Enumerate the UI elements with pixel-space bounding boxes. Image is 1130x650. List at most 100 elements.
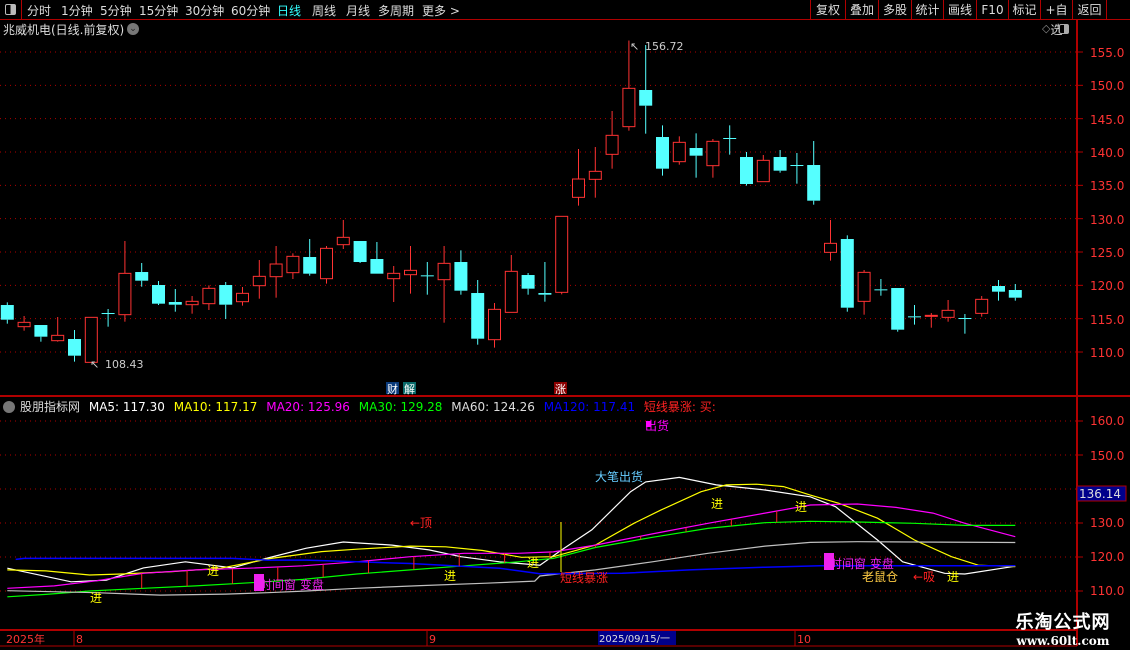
candle-body [488,308,501,341]
candle [773,150,787,173]
candle [84,316,98,363]
candle [656,125,669,176]
candle [202,285,216,311]
candle-body [723,138,737,140]
ma60-value: MA60: 124.26 [451,400,535,414]
candle-body [51,334,65,342]
candle-body [773,157,787,171]
watermark-title: 乐淘公式网 [1015,612,1111,633]
candle-body [0,305,14,320]
candle [958,314,972,334]
annotation-time-window: 时间窗 变盘 [830,556,894,571]
candle [605,111,619,169]
candle-body [135,272,149,281]
candle [219,282,233,320]
candle-body [504,270,518,313]
candle [538,262,552,302]
candle [68,330,81,362]
annotation-jin: 进 [207,564,219,578]
candle-body [84,316,98,363]
candle [454,250,468,295]
candle [588,147,602,198]
candle-body [168,302,182,305]
candle-body [975,298,989,314]
signal-label: 短线暴涨: 买: [643,400,716,414]
candle-body [420,275,434,277]
candle-body [689,148,703,156]
candle [51,317,65,342]
low-arrow-icon: ↖ [90,358,99,371]
candle-body [353,241,367,263]
candle-body [252,275,266,287]
annotation-jin: 进 [444,569,456,583]
candle-body [706,140,720,167]
candle [34,325,48,342]
event-badge-finance-label: 财 [387,382,398,396]
candle-body [34,325,48,337]
candle [252,260,266,299]
candle-body [1008,290,1022,298]
cursor-date: 2025/09/15/一 [599,634,670,645]
candle [488,303,501,348]
annotation-chuhuo: 出货 [645,418,669,433]
indicator-name[interactable]: 股朋指标网 [20,400,80,414]
chevron-down-icon[interactable]: ⌄ [127,23,139,35]
indicator-dropdown-icon[interactable] [3,401,15,413]
candle-body [840,239,854,308]
candle-body [320,247,333,280]
candle [706,139,720,178]
candle-body [807,165,821,201]
candle [101,309,115,327]
candle-body [572,178,585,198]
high-arrow-icon: ↖ [630,40,639,53]
candle-body [740,157,753,185]
candle-body [555,215,569,293]
ma20-value: MA20: 125.96 [266,400,350,414]
candle [975,296,989,317]
watermark: 乐淘公式网 www.60lt.com [996,608,1130,648]
panel-layout-icon[interactable] [1059,24,1069,34]
chart-canvas[interactable]: 155.0 150.0 145.0 140.0 135.0 130.0 125.… [0,0,1130,650]
cursor-value: 136.14 [1079,487,1121,501]
indicator-tick: 120.0 [1090,550,1124,564]
price-tick: 145.0 [1090,113,1124,127]
candle [420,262,434,295]
candle-body [992,286,1005,292]
candle-body [857,271,871,302]
ma5-value: MA5: 117.30 [88,400,165,414]
candle [437,246,451,323]
candle [286,253,300,280]
ma120-value: MA120: 117.41 [543,400,636,414]
price-tick: 135.0 [1090,179,1124,193]
candle-body [790,165,804,167]
candle [572,149,585,206]
candle [353,241,367,264]
ma30-value: MA30: 129.28 [358,400,443,414]
candle-body [874,289,888,291]
candle-body [219,285,233,305]
candle [908,305,921,325]
time-axis-year: 2025年 [6,632,45,646]
candle-body [185,300,199,306]
price-tick: 125.0 [1090,246,1124,260]
candle [857,270,871,315]
diamond-icon[interactable]: ◇ [1042,22,1050,35]
candle-body [908,316,921,318]
candle [924,313,938,328]
candle [236,287,249,306]
candle [320,246,333,284]
candle [840,235,854,312]
candle-body [605,134,619,155]
annotation-jin: 进 [947,570,959,584]
candle [471,280,485,345]
candle [118,241,132,322]
candle-body [756,159,770,183]
high-price-label: 156.72 [645,40,684,53]
price-tick: 115.0 [1090,313,1124,327]
candle-body [101,313,115,315]
candle-body [891,288,905,330]
annotation-jin: 进 [527,556,539,570]
candle-body [924,314,938,317]
candle-body [269,263,283,278]
candle-body [521,275,535,289]
